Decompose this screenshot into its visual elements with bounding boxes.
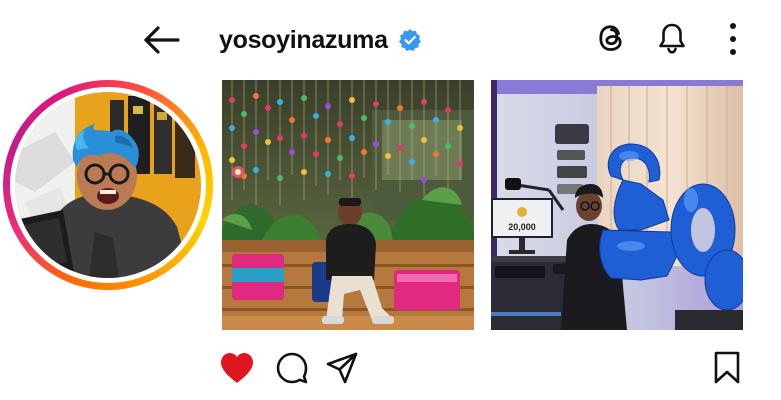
profile-avatar-story-ring[interactable] — [3, 80, 213, 290]
more-options-button[interactable] — [722, 20, 744, 58]
profile-header: yosoyinazuma — [0, 0, 781, 80]
follower-counter: 20,000 — [508, 222, 536, 232]
more-vertical-icon — [730, 23, 736, 55]
avatar-photo — [15, 92, 201, 278]
bell-icon — [659, 23, 685, 54]
back-arrow-icon — [144, 26, 180, 54]
username-row: yosoyinazuma — [219, 24, 422, 56]
save-button[interactable] — [712, 350, 742, 386]
avatar-border — [10, 87, 206, 283]
post-photo-desk-balloons: 20,000 — [491, 80, 743, 330]
heart-icon — [221, 353, 253, 383]
post-photo-garden — [222, 80, 474, 330]
comment-button[interactable] — [275, 351, 309, 385]
post-thumbnail-1[interactable] — [222, 80, 474, 330]
like-button[interactable] — [218, 350, 256, 386]
avatar — [15, 92, 201, 278]
threads-button[interactable] — [594, 20, 628, 56]
username: yosoyinazuma — [219, 25, 388, 54]
threads-icon — [599, 25, 622, 51]
post-thumbnail-2[interactable]: 20,000 — [491, 80, 743, 330]
post-actions-bar — [0, 340, 781, 400]
bookmark-icon — [714, 351, 740, 384]
verified-badge-icon — [398, 29, 421, 51]
back-button[interactable] — [140, 22, 182, 58]
comment-icon — [276, 352, 308, 384]
notifications-button[interactable] — [655, 20, 689, 56]
share-button[interactable] — [325, 351, 359, 385]
share-icon — [326, 352, 358, 384]
